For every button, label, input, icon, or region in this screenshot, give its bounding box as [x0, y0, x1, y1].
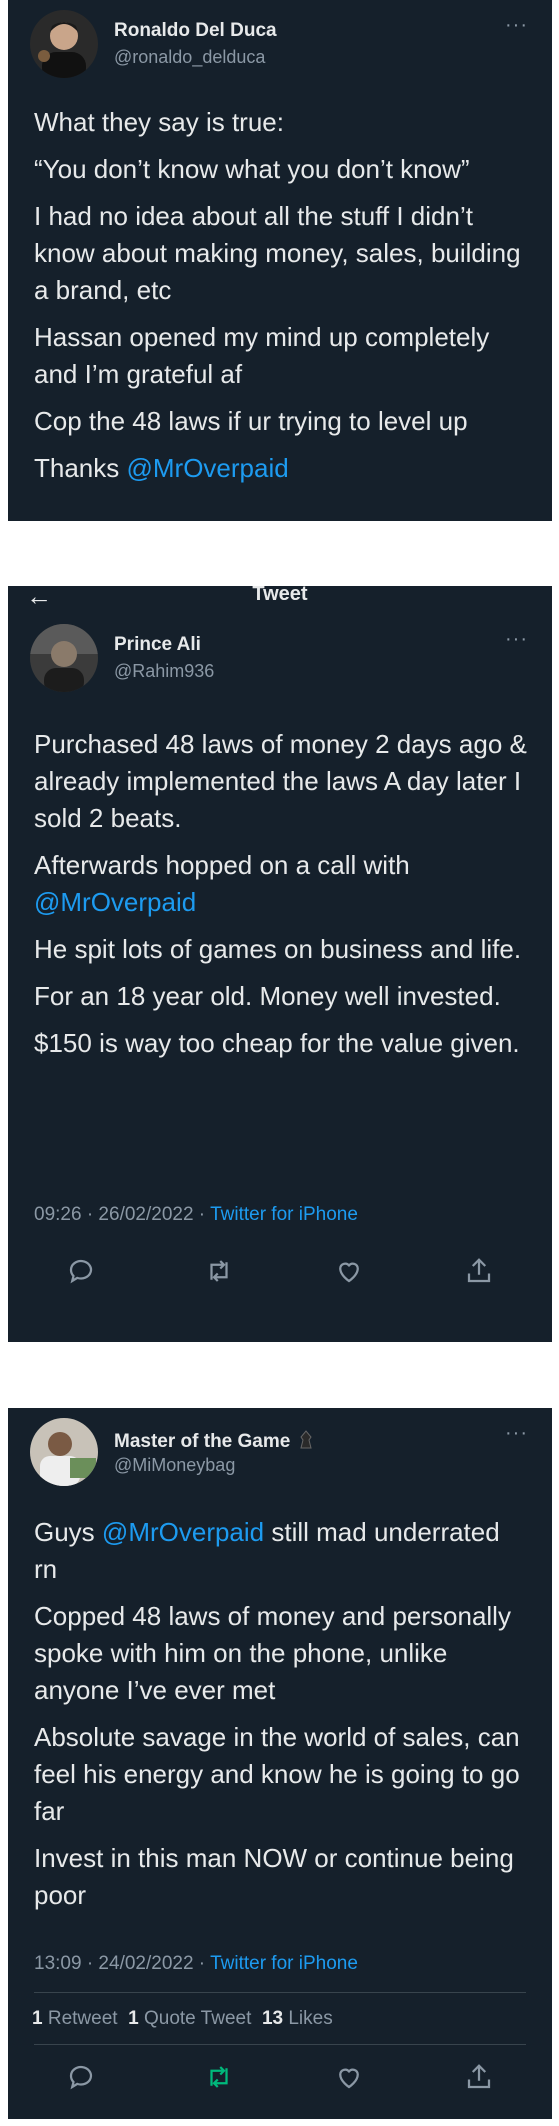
retweets-stat[interactable]: 1 Retweet	[32, 2008, 118, 2029]
display-name[interactable]: Ronaldo Del Duca	[114, 20, 277, 42]
like-icon[interactable]	[334, 2062, 374, 2102]
tweet-meta: 13:09 · 24/02/2022 · Twitter for iPhone	[34, 1953, 358, 1975]
tweet-stats: 1 Retweet 1 Quote Tweet 13 Likes	[32, 2008, 333, 2030]
tweet-paragraph: Guys @MrOverpaid still mad underrated rn	[34, 1514, 528, 1588]
tweet-header: Ronaldo Del Duca @ronaldo_delduca ···	[8, 0, 552, 78]
divider	[34, 1992, 526, 1993]
source-link[interactable]: Twitter for iPhone	[210, 1953, 358, 1974]
timestamp: 13:09 · 24/02/2022 ·	[34, 1953, 211, 1974]
mention-link[interactable]: @MrOverpaid	[34, 887, 196, 917]
tweet-paragraph: Invest in this man NOW or continue being…	[34, 1843, 514, 1910]
action-bar	[8, 1256, 552, 1296]
tweet-card-ronaldo: Ronaldo Del Duca @ronaldo_delduca ··· Wh…	[8, 0, 552, 521]
like-icon[interactable]	[334, 1256, 374, 1296]
quotes-stat[interactable]: 1 Quote Tweet	[128, 2008, 251, 2029]
tweet-paragraph: Hassan opened my mind up completely and …	[34, 322, 490, 389]
tweet-paragraph: Afterwards hopped on a call with @MrOver…	[34, 847, 528, 921]
mention-link[interactable]: @MrOverpaid	[127, 453, 289, 483]
mention-link[interactable]: @MrOverpaid	[102, 1517, 264, 1547]
tweet-card-prince-ali: ← Tweet Prince Ali @Rahim936 ··· Purchas…	[8, 581, 552, 1342]
reply-icon[interactable]	[66, 2062, 106, 2102]
retweet-icon[interactable]	[204, 2062, 244, 2102]
tweet-paragraph: Absolute savage in the world of sales, c…	[34, 1722, 520, 1826]
tweet-paragraph: Cop the 48 laws if ur trying to level up	[34, 406, 468, 436]
tweet-text: Purchased 48 laws of money 2 days ago & …	[8, 690, 552, 1062]
tweet-paragraph: Thanks @MrOverpaid	[34, 450, 528, 487]
tweet-header: Prince Ali @Rahim936 ···	[8, 614, 552, 692]
tweet-paragraph: He spit lots of games on business and li…	[34, 934, 522, 964]
timestamp: 09:26 · 26/02/2022 ·	[34, 1204, 211, 1225]
username[interactable]: @Rahim936	[114, 661, 214, 682]
display-name-text: Master of the Game	[114, 1431, 291, 1452]
tweet-text: What they say is true: “You don’t know w…	[8, 76, 552, 487]
display-name[interactable]: Prince Ali	[114, 634, 201, 656]
paragraph-text: Thanks	[34, 453, 127, 483]
source-link[interactable]: Twitter for iPhone	[210, 1204, 358, 1225]
tweet-paragraph: I had no idea about all the stuff I didn…	[34, 201, 521, 305]
divider	[34, 2044, 526, 2045]
tweet-paragraph: Purchased 48 laws of money 2 days ago & …	[34, 729, 527, 833]
more-options-icon[interactable]: ···	[505, 628, 528, 651]
display-name[interactable]: Master of the Game	[114, 1428, 314, 1453]
avatar[interactable]	[30, 1418, 98, 1486]
tweet-paragraph: $150 is way too cheap for the value give…	[34, 1028, 520, 1058]
king-icon	[298, 1428, 314, 1450]
retweet-icon[interactable]	[204, 1256, 244, 1296]
paragraph-text: Guys	[34, 1517, 102, 1547]
action-bar	[8, 2062, 552, 2102]
avatar[interactable]	[30, 624, 98, 692]
username[interactable]: @MiMoneybag	[114, 1455, 235, 1476]
tweet-card-master-of-the-game: Master of the Game @MiMoneybag ··· Guys …	[8, 1408, 552, 2119]
reply-icon[interactable]	[66, 1256, 106, 1296]
more-options-icon[interactable]: ···	[505, 14, 528, 37]
tweet-paragraph: “You don’t know what you don’t know”	[34, 154, 470, 184]
tweet-text: Guys @MrOverpaid still mad underrated rn…	[8, 1484, 552, 1914]
tweet-paragraph: Copped 48 laws of money and personally s…	[34, 1601, 511, 1705]
tweet-paragraph: What they say is true:	[34, 107, 284, 137]
avatar[interactable]	[30, 10, 98, 78]
share-icon[interactable]	[464, 2062, 504, 2102]
share-icon[interactable]	[464, 1256, 504, 1296]
username[interactable]: @ronaldo_delduca	[114, 47, 265, 68]
likes-stat[interactable]: 13 Likes	[262, 2008, 333, 2029]
page-title: Tweet	[252, 583, 308, 605]
paragraph-text: Afterwards hopped on a call with	[34, 850, 410, 880]
tweet-paragraph: For an 18 year old. Money well invested.	[34, 981, 501, 1011]
tweet-meta: 09:26 · 26/02/2022 · Twitter for iPhone	[34, 1204, 358, 1226]
more-options-icon[interactable]: ···	[505, 1422, 528, 1445]
tweet-header: Master of the Game @MiMoneybag ···	[8, 1408, 552, 1486]
